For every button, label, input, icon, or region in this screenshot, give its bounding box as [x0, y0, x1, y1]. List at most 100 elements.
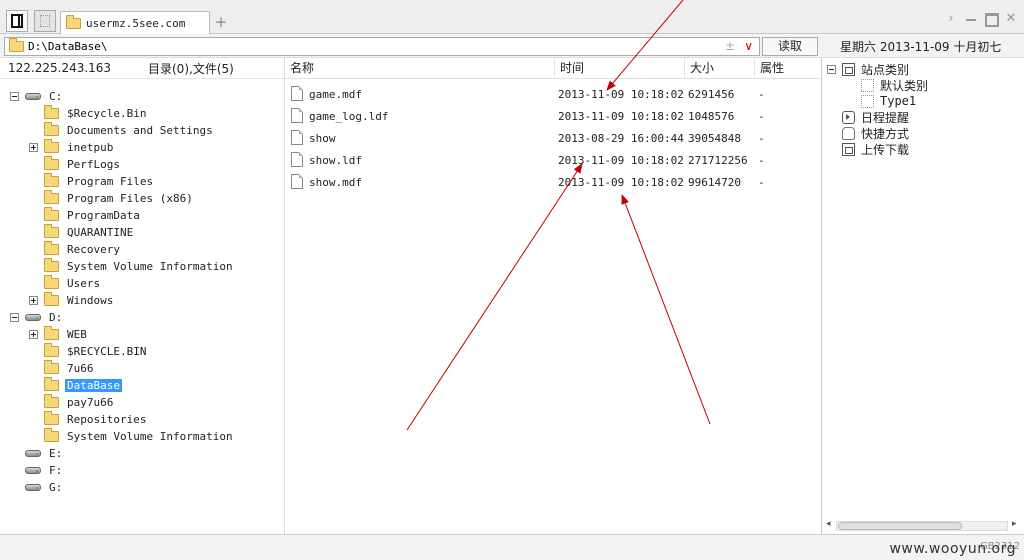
expand-icon[interactable]: [29, 296, 38, 305]
tree-item[interactable]: G:: [10, 479, 64, 496]
tree-item-label: QUARANTINE: [67, 226, 134, 239]
tree-item[interactable]: PerfLogs: [29, 156, 122, 173]
sidebar-item[interactable]: 快捷方式: [827, 125, 909, 141]
new-tab-button[interactable]: +: [213, 13, 229, 31]
window-controls: › ✕: [944, 12, 1018, 27]
tree-item[interactable]: Documents and Settings: [29, 122, 215, 139]
tree-item[interactable]: inetpub: [29, 139, 115, 156]
minimize-button[interactable]: [964, 12, 978, 26]
panel-toggle-button[interactable]: [6, 10, 28, 32]
tree-item[interactable]: $Recycle.Bin: [29, 105, 148, 122]
tree-item-label: F:: [49, 464, 63, 477]
collapse-icon[interactable]: [827, 64, 836, 74]
file-size: 1048576: [688, 110, 735, 123]
collapse-icon[interactable]: [10, 92, 19, 101]
tree-item[interactable]: Windows: [29, 292, 115, 309]
tree-item[interactable]: D:: [10, 309, 64, 326]
tree-item[interactable]: QUARANTINE: [29, 224, 135, 241]
drive-icon: [25, 450, 41, 457]
file-icon: [291, 174, 303, 189]
file-size: 99614720: [688, 176, 741, 189]
sidebar-item[interactable]: 日程提醒: [827, 109, 909, 125]
file-list-header: 名称 时间 大小 属性: [285, 58, 821, 79]
tree-item-label: Documents and Settings: [67, 124, 213, 137]
tree-item[interactable]: Recovery: [29, 241, 122, 258]
panel-icon: [11, 14, 23, 28]
favorite-icon[interactable]: ±: [725, 39, 735, 53]
tree-item-label: WEB: [67, 328, 87, 341]
file-attr: -: [758, 88, 765, 101]
file-name: game.mdf: [309, 88, 362, 101]
tree-item-label: Program Files: [67, 175, 154, 188]
tree-item[interactable]: Program Files: [29, 173, 155, 190]
tree-item[interactable]: Repositories: [29, 411, 148, 428]
horizontal-scrollbar[interactable]: ◂ ▸: [826, 519, 1020, 532]
sidebar-item[interactable]: 上传下载: [827, 141, 909, 157]
status-bar: GB2312: [0, 534, 1024, 560]
column-attr[interactable]: 属性: [755, 58, 821, 79]
date-label: 星期六 2013-11-09 十月初七: [840, 40, 1002, 54]
tree-item-label: System Volume Information: [67, 430, 233, 443]
tree-item[interactable]: Users: [29, 275, 102, 292]
file-icon: [291, 108, 303, 123]
tree-item[interactable]: Program Files (x86): [29, 190, 195, 207]
tree-item-label: PerfLogs: [67, 158, 120, 171]
folder-icon: [44, 139, 59, 153]
folder-icon: [44, 190, 59, 204]
scroll-left-icon[interactable]: ◂: [826, 519, 831, 529]
expand-icon[interactable]: [29, 330, 38, 339]
tree-item[interactable]: System Volume Information: [29, 428, 235, 445]
folder-icon: [44, 275, 59, 289]
read-button[interactable]: 读取: [762, 37, 818, 56]
folder-icon: [44, 428, 59, 442]
chevron-down-icon[interactable]: ∨: [744, 39, 753, 53]
scroll-right-icon[interactable]: ▸: [1012, 519, 1017, 529]
file-row[interactable]: show 2013-08-29 16:00:44 39054848 -: [285, 127, 821, 149]
tree-item[interactable]: C:: [10, 88, 64, 105]
column-name[interactable]: 名称: [285, 58, 555, 79]
expand-icon[interactable]: [29, 143, 38, 152]
tree-item-label: Program Files (x86): [67, 192, 193, 205]
chevron-right-icon[interactable]: ›: [944, 12, 958, 26]
tab-active[interactable]: usermz.5see.com: [60, 11, 210, 34]
tree-item[interactable]: E:: [10, 445, 64, 462]
folder-icon: [44, 122, 59, 136]
tree-item[interactable]: 7u66: [29, 360, 96, 377]
file-row[interactable]: show.mdf 2013-11-09 10:18:02 99614720 -: [285, 171, 821, 193]
address-field[interactable]: ± ∨: [4, 37, 760, 56]
schedule-icon: [842, 110, 855, 124]
scroll-thumb[interactable]: [838, 522, 962, 530]
address-input[interactable]: [28, 40, 708, 53]
maximize-button[interactable]: [984, 12, 999, 27]
drive-icon: [25, 93, 41, 100]
folder-icon: [66, 14, 81, 29]
shortcut-icon: [842, 126, 855, 140]
tree-item[interactable]: ProgramData: [29, 207, 142, 224]
file-row[interactable]: show.ldf 2013-11-09 10:18:02 271712256-: [285, 149, 821, 171]
tree-item[interactable]: DataBase: [29, 377, 122, 394]
folder-icon: [44, 326, 59, 340]
sidebar-item-label: Type1: [880, 94, 917, 108]
column-time[interactable]: 时间: [555, 58, 685, 79]
file-row[interactable]: game_log.ldf 2013-11-09 10:18:02 1048576 -: [285, 105, 821, 127]
sidebar-item[interactable]: Type1: [861, 93, 916, 109]
collapse-icon[interactable]: [10, 313, 19, 322]
folder-icon: [44, 156, 59, 170]
page-button[interactable]: [34, 10, 56, 32]
folder-icon: [44, 343, 59, 357]
file-size: 39054848: [688, 132, 741, 145]
sidebar-item[interactable]: 默认类别: [861, 77, 928, 93]
column-size[interactable]: 大小: [685, 58, 755, 79]
close-button[interactable]: ✕: [1004, 12, 1018, 26]
file-name: game_log.ldf: [309, 110, 389, 123]
tree-item[interactable]: F:: [10, 462, 64, 479]
folder-icon: [9, 38, 24, 52]
file-icon: [291, 130, 303, 145]
sidebar-item-label: 日程提醒: [861, 110, 910, 125]
file-row[interactable]: game.mdf 2013-11-09 10:18:02 6291456 -: [285, 83, 821, 105]
sidebar-item[interactable]: 站点类别: [827, 61, 909, 77]
tree-item[interactable]: WEB: [29, 326, 89, 343]
tree-item[interactable]: pay7u66: [29, 394, 115, 411]
tree-item[interactable]: System Volume Information: [29, 258, 235, 275]
tree-item[interactable]: $RECYCLE.BIN: [29, 343, 148, 360]
